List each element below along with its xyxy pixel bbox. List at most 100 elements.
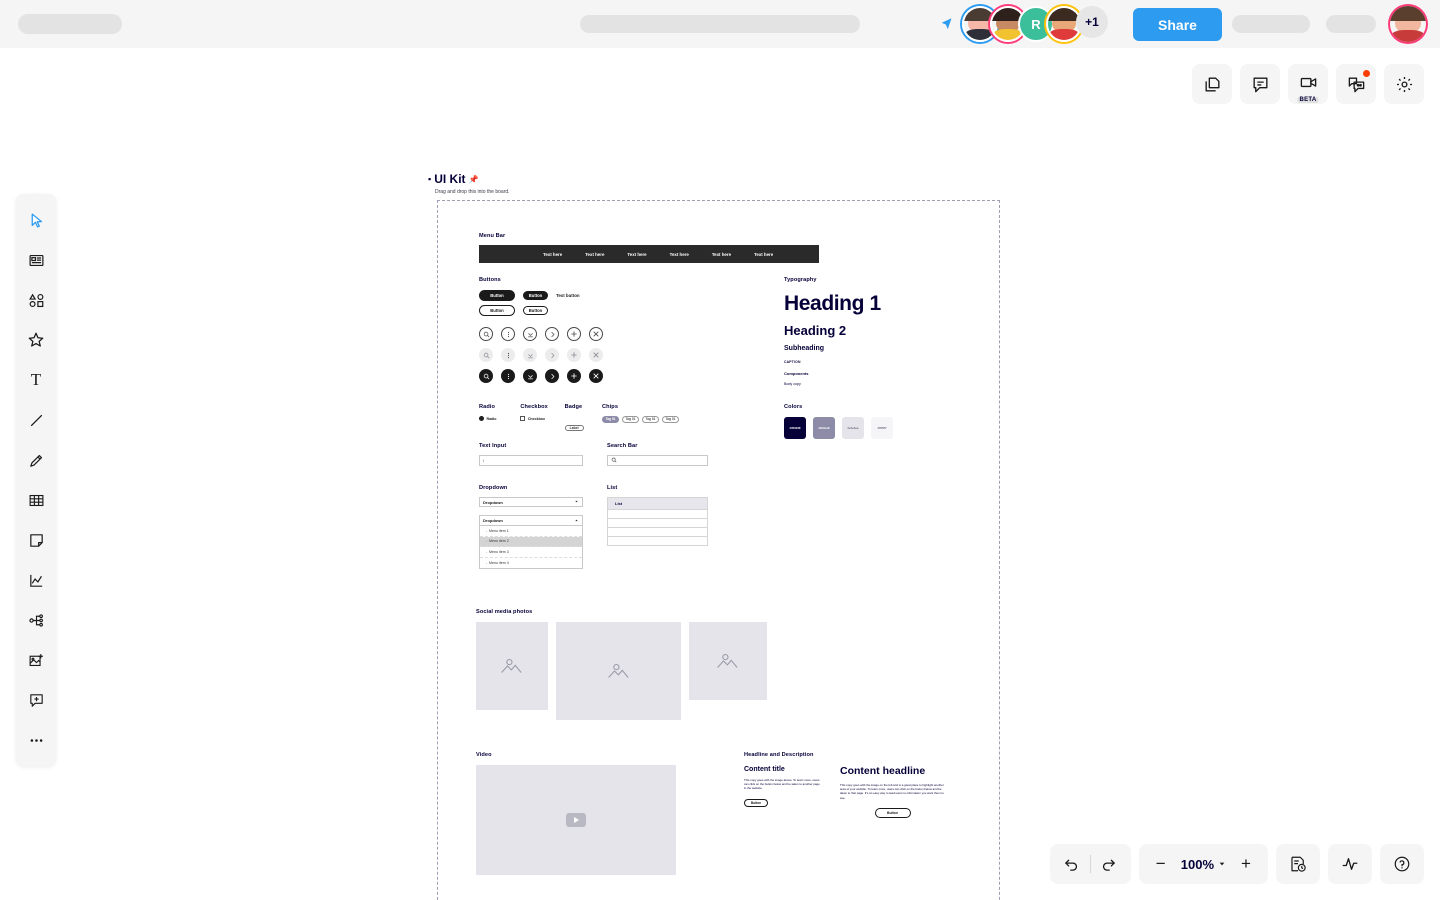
undo-button[interactable] (1054, 846, 1090, 882)
image-placeholder[interactable] (689, 622, 767, 700)
checkbox-box[interactable] (520, 416, 526, 421)
note-tool-icon[interactable] (16, 520, 56, 560)
right-toolbar[interactable]: BETA (1192, 64, 1424, 104)
dropdown-menu-item[interactable]: › Menu item 4 (480, 557, 582, 568)
history-icon[interactable] (1280, 846, 1316, 882)
close-icon[interactable] (589, 327, 603, 341)
share-button[interactable]: Share (1133, 8, 1222, 41)
select-tool-icon[interactable] (16, 200, 56, 240)
image-placeholder[interactable] (556, 622, 681, 720)
list-item[interactable] (608, 518, 707, 527)
plus-icon[interactable] (567, 369, 581, 383)
chevron-right-icon[interactable] (545, 327, 559, 341)
sticker-tool-icon[interactable] (16, 320, 56, 360)
pen-tool-icon[interactable] (16, 440, 56, 480)
menu-item[interactable]: Text here (543, 252, 562, 257)
chip[interactable]: Tag 01 (622, 416, 639, 423)
radio-button[interactable] (479, 416, 484, 421)
content-button[interactable]: Button (744, 798, 768, 807)
kebab-menu-icon[interactable] (501, 327, 515, 341)
download-icon[interactable] (523, 369, 537, 383)
plus-icon[interactable] (567, 327, 581, 341)
color-swatch[interactable]: #e4e4ea (842, 417, 864, 439)
dropdown-menu-item[interactable]: › Menu item 1 (480, 526, 582, 537)
board-search-placeholder[interactable] (580, 15, 860, 33)
menu-item[interactable]: Text here (670, 252, 689, 257)
frames-icon[interactable] (1192, 64, 1232, 104)
color-swatch[interactable]: #050038 (784, 417, 806, 439)
zoom-level-selector[interactable]: 100% (1179, 857, 1228, 872)
avatar-overflow-count[interactable]: +1 (1076, 6, 1108, 38)
table-tool-icon[interactable] (16, 480, 56, 520)
dropdown-collapsed[interactable]: Dropdown (479, 497, 583, 507)
gear-icon[interactable] (1384, 64, 1424, 104)
menu-item[interactable]: Text here (585, 252, 604, 257)
dropdown-menu-item[interactable]: › Menu item 3 (480, 547, 582, 558)
video-chat-icon[interactable]: BETA (1288, 64, 1328, 104)
board-canvas[interactable]: ▪ UI Kit 📌 Drag and drop this into the b… (0, 48, 1440, 900)
toolbar-placeholder-a[interactable] (1232, 15, 1310, 33)
secondary-button-large[interactable]: Button (479, 305, 515, 316)
search-icon[interactable] (479, 327, 493, 341)
download-icon[interactable] (523, 348, 537, 362)
close-icon[interactable] (589, 369, 603, 383)
chat-icon[interactable] (1336, 64, 1376, 104)
video-placeholder[interactable] (476, 765, 676, 875)
primary-button-large[interactable]: Button (479, 290, 515, 301)
play-icon[interactable] (566, 813, 586, 827)
dropdown-expanded-header[interactable]: Dropdown (480, 516, 582, 526)
comment-tool-icon[interactable] (16, 680, 56, 720)
list-item[interactable] (608, 509, 707, 518)
collaborator-avatars[interactable]: R +1 (962, 6, 1108, 42)
chevron-right-icon[interactable] (545, 348, 559, 362)
chart-tool-icon[interactable] (16, 560, 56, 600)
zoom-in-button[interactable]: + (1228, 846, 1264, 882)
chip[interactable]: Tag 01 (602, 416, 619, 423)
upload-image-tool-icon[interactable] (16, 640, 56, 680)
primary-button-small[interactable]: Button (523, 291, 548, 300)
list-item[interactable] (608, 527, 707, 536)
toolbar-placeholder-b[interactable] (1326, 15, 1376, 33)
plus-icon[interactable] (567, 348, 581, 362)
chip[interactable]: Tag 01 (662, 416, 679, 423)
shapes-tool-icon[interactable] (16, 280, 56, 320)
menu-item[interactable]: Text here (754, 252, 773, 257)
board-title-placeholder[interactable] (18, 14, 122, 34)
menu-item[interactable]: Text here (712, 252, 731, 257)
chevron-right-icon[interactable] (545, 369, 559, 383)
menu-item[interactable]: Text here (627, 252, 646, 257)
current-user-avatar[interactable] (1390, 6, 1426, 42)
list-item[interactable] (608, 536, 707, 545)
comment-icon[interactable] (1240, 64, 1280, 104)
line-tool-icon[interactable] (16, 400, 56, 440)
activity-icon[interactable] (1332, 846, 1368, 882)
chip[interactable]: Tag 01 (642, 416, 659, 423)
redo-button[interactable] (1091, 846, 1127, 882)
close-icon[interactable] (589, 348, 603, 362)
kebab-menu-icon[interactable] (501, 348, 515, 362)
download-icon[interactable] (523, 327, 537, 341)
color-swatch[interactable]: #f5f5f7 (871, 417, 893, 439)
radio-control[interactable]: Radio (479, 416, 520, 421)
image-placeholder[interactable] (476, 622, 548, 710)
headline-button[interactable]: Button (874, 807, 911, 818)
bottom-toolbar[interactable]: − 100% + (1049, 844, 1424, 884)
kebab-menu-icon[interactable] (501, 369, 515, 383)
dropdown-menu-item[interactable]: › Menu item 2 (480, 536, 582, 547)
search-icon[interactable] (479, 369, 493, 383)
search-icon[interactable] (479, 348, 493, 362)
more-tool-icon[interactable] (16, 720, 56, 760)
text-button[interactable]: Text button (556, 293, 580, 298)
left-toolbar[interactable]: T (16, 194, 56, 766)
dropdown-expanded[interactable]: Dropdown › Menu item 1 › Menu item 2 › Menu… (479, 515, 583, 569)
help-icon[interactable] (1384, 846, 1420, 882)
text-input[interactable]: I (479, 455, 583, 466)
checkbox-control[interactable]: Checkbox (520, 416, 564, 421)
cursor-icon[interactable] (938, 16, 956, 34)
zoom-out-button[interactable]: − (1143, 846, 1179, 882)
templates-tool-icon[interactable] (16, 240, 56, 280)
color-swatch[interactable]: #8c8ca8 (813, 417, 835, 439)
text-tool-icon[interactable]: T (16, 360, 56, 400)
menu-bar[interactable]: Text here Text here Text here Text here … (479, 245, 819, 263)
secondary-button-small[interactable]: Button (523, 306, 548, 315)
